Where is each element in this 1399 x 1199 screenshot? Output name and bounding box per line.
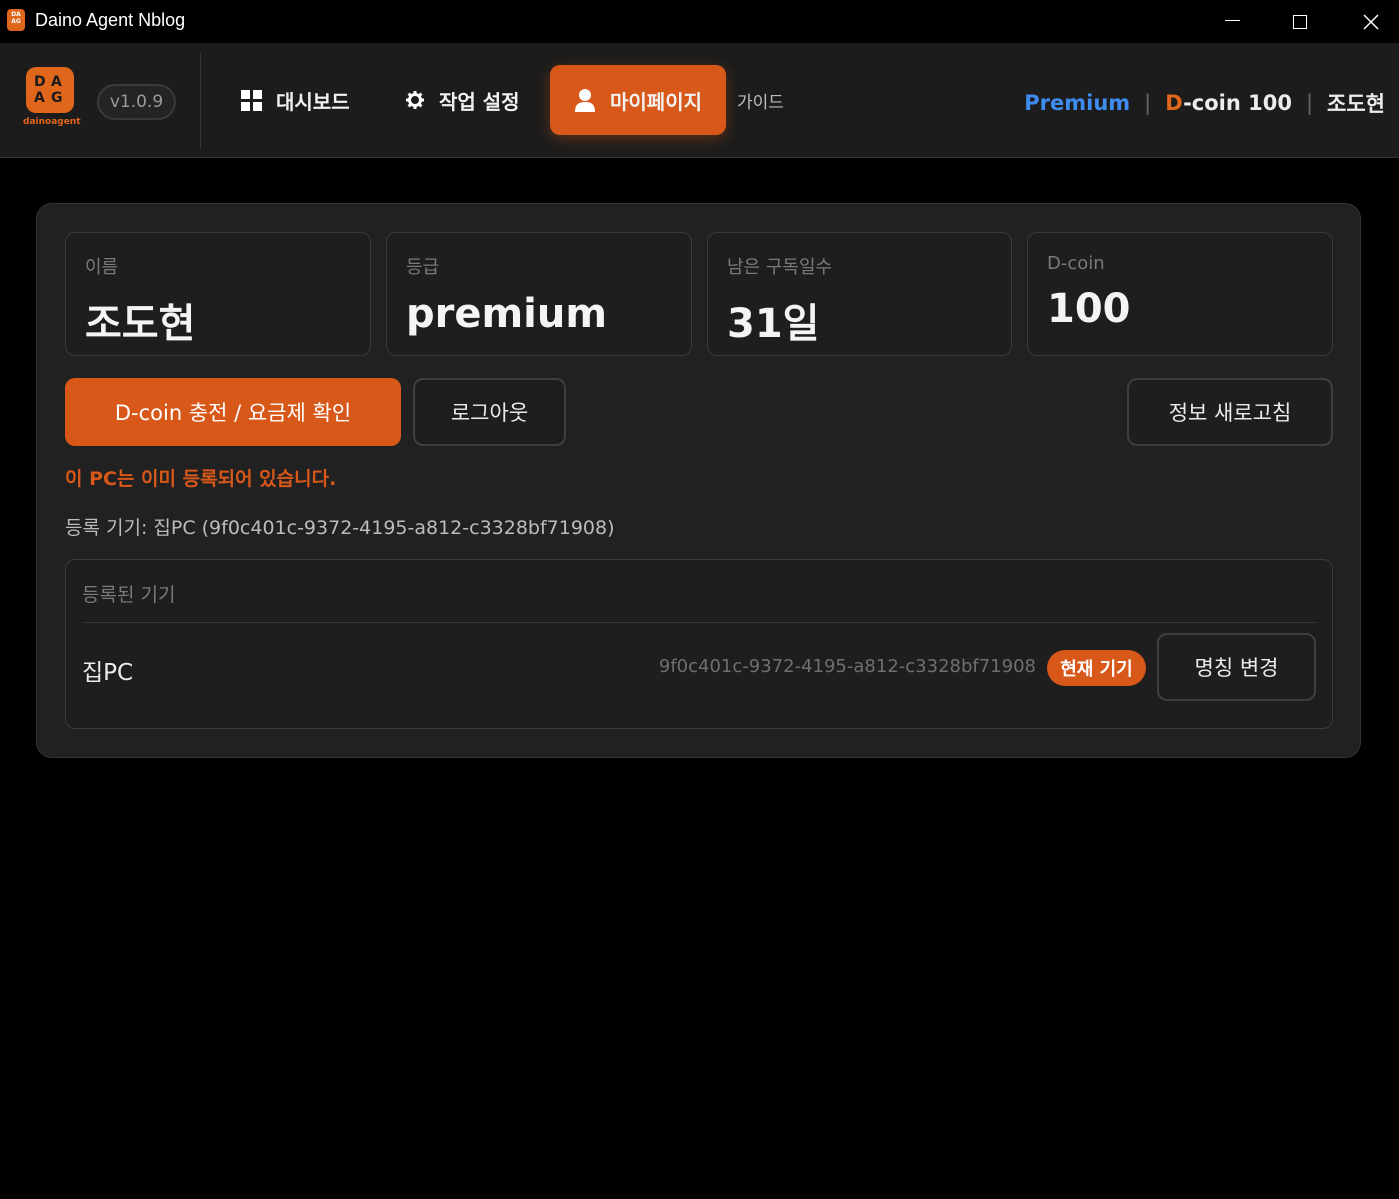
- mypage-card: 이름 조도현 등급 premium 남은 구독일수 31일 D-coin 100…: [36, 203, 1361, 758]
- header-divider: [200, 53, 201, 149]
- minimize-button[interactable]: [1200, 0, 1264, 43]
- logo-mark: D A A G: [26, 67, 74, 113]
- charge-button[interactable]: D-coin 충전 / 요금제 확인: [65, 378, 401, 446]
- maximize-icon: [1293, 14, 1307, 29]
- name-box: 이름 조도현: [65, 232, 371, 356]
- user-status: 조도현: [1327, 92, 1385, 116]
- devices-divider: [82, 622, 1318, 623]
- dcoin-value: 100: [1047, 286, 1131, 332]
- window-titlebar: DA AG Daino Agent Nblog: [0, 0, 1399, 43]
- remaining-days-box: 남은 구독일수 31일: [707, 232, 1012, 356]
- logo-letter: A: [51, 74, 62, 90]
- nav-settings-label: 작업 설정: [439, 89, 520, 114]
- gear-icon: [405, 90, 425, 110]
- nav-mypage[interactable]: 마이페이지: [550, 65, 726, 135]
- device-id: 9f0c401c-9372-4195-a812-c3328bf71908: [658, 656, 1036, 677]
- logo-letter: D: [34, 74, 46, 90]
- grade-box: 등급 premium: [386, 232, 692, 356]
- nav-settings[interactable]: 작업 설정: [405, 65, 520, 135]
- logo-letter: G: [51, 90, 63, 106]
- account-status: Premium | D-coin 100 | 조도현: [1024, 88, 1385, 118]
- close-button[interactable]: [1339, 0, 1399, 43]
- registered-devices-panel: 등록된 기기 집PC 9f0c401c-9372-4195-a812-c3328…: [65, 559, 1333, 729]
- logout-button[interactable]: 로그아웃: [413, 378, 566, 446]
- name-value: 조도현: [85, 301, 196, 347]
- maximize-button[interactable]: [1268, 0, 1332, 43]
- remaining-days-label: 남은 구독일수: [727, 257, 833, 278]
- logo-letter: A: [34, 90, 45, 106]
- devices-title: 등록된 기기: [82, 584, 176, 606]
- version-badge: v1.0.9: [97, 84, 176, 120]
- app-header: D A A G dainoagent v1.0.9 대시보드 작업 설정 마이페…: [0, 43, 1399, 158]
- already-registered-warning: 이 PC는 이미 등록되어 있습니다.: [65, 468, 337, 490]
- dashboard-grid-icon: [241, 89, 262, 111]
- nav-dashboard[interactable]: 대시보드: [241, 65, 350, 135]
- dcoin-label: D-coin: [1047, 253, 1105, 274]
- plan-status: Premium: [1024, 91, 1131, 115]
- device-name: 집PC: [82, 660, 134, 686]
- name-label: 이름: [85, 257, 119, 278]
- nav-guide[interactable]: 가이드: [737, 65, 784, 135]
- status-divider: |: [1144, 91, 1152, 115]
- grade-label: 등급: [406, 257, 440, 278]
- logo-text: dainoagent: [23, 117, 81, 127]
- remaining-days-value: 31일: [727, 301, 820, 347]
- app-icon: DA AG: [7, 9, 25, 31]
- nav-dashboard-label: 대시보드: [276, 89, 350, 114]
- status-divider: |: [1305, 91, 1314, 115]
- close-icon: [1363, 13, 1379, 30]
- registered-device-text: 등록 기기: 집PC (9f0c401c-9372-4195-a812-c332…: [65, 517, 615, 539]
- dainoagent-logo[interactable]: D A A G dainoagent: [23, 67, 81, 131]
- user-icon: [574, 88, 596, 112]
- coin-status: D-coin 100: [1165, 91, 1292, 115]
- coin-status-text: -coin 100: [1183, 91, 1292, 115]
- grade-value: premium: [406, 291, 608, 337]
- dcoin-box: D-coin 100: [1027, 232, 1333, 356]
- window-title: Daino Agent Nblog: [35, 10, 186, 30]
- minimize-icon: [1224, 20, 1240, 21]
- rename-device-button[interactable]: 명칭 변경: [1157, 633, 1316, 701]
- nav-mypage-label: 마이페이지: [610, 89, 702, 114]
- refresh-button[interactable]: 정보 새로고침: [1127, 378, 1333, 446]
- coin-status-prefix: D: [1165, 91, 1184, 115]
- current-device-badge: 현재 기기: [1047, 650, 1146, 686]
